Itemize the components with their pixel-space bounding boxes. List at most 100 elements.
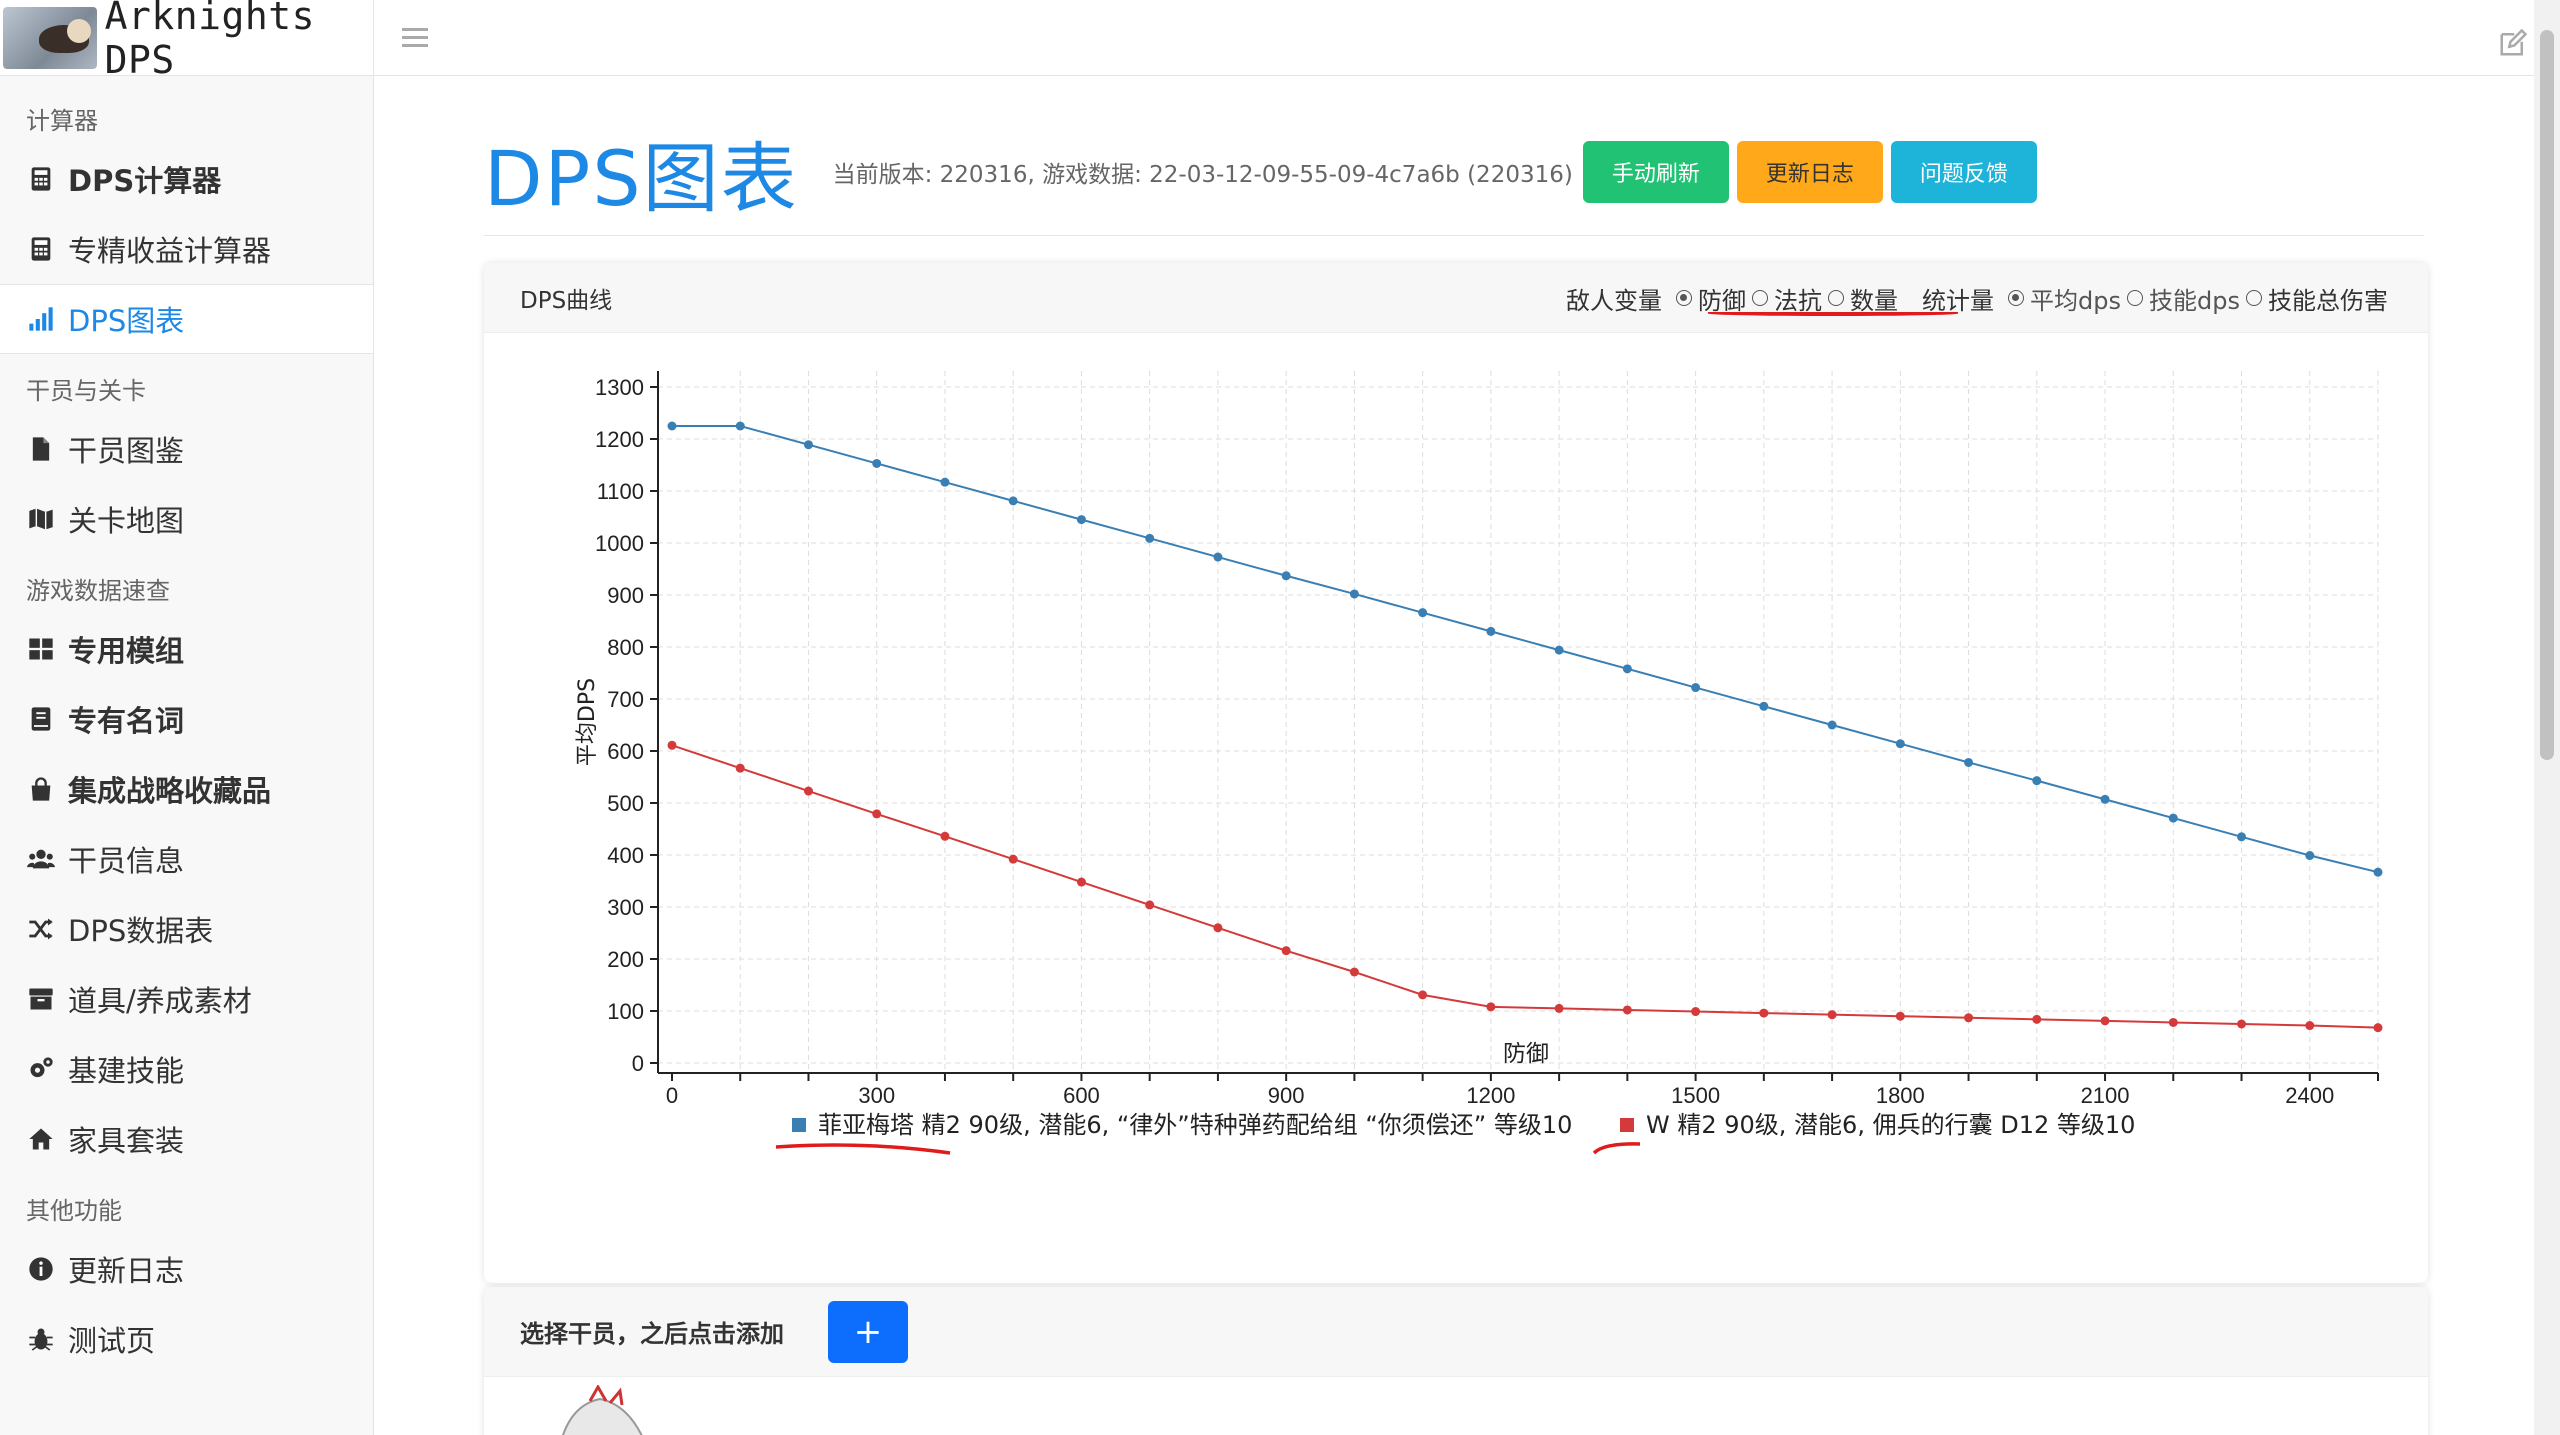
add-operator-button[interactable]: + (828, 1300, 908, 1363)
y-tick-label: 900 (607, 583, 644, 608)
sidebar-item-label: 集成战略收藏品 (68, 774, 272, 808)
dps-line-chart: 0 100 200 300 400 500 600 700 800 900 1000 1100 1200… (575, 371, 2383, 1155)
sidebar-item[interactable]: 测试页 (0, 1304, 373, 1374)
data-point (1008, 854, 1018, 864)
brand-logo (3, 6, 97, 69)
data-point (940, 477, 950, 487)
data-point (2168, 1017, 2178, 1027)
nav-section-label: 计算器 (26, 107, 98, 135)
data-point (1281, 571, 1291, 581)
sidebar-item[interactable]: DPS数据表 (0, 894, 373, 964)
sidebar-item[interactable]: 更新日志 (0, 1234, 373, 1304)
legend-swatch (792, 1118, 806, 1132)
sidebar-item[interactable]: 专有名词 (0, 684, 373, 754)
data-point (1076, 877, 1086, 887)
y-tick-label: 700 (607, 687, 644, 712)
sidebar-item[interactable]: 道具/养成素材 (0, 964, 373, 1034)
data-point (2237, 1019, 2247, 1029)
data-point (2305, 851, 2315, 861)
calculator-icon (26, 164, 56, 194)
sidebar-item-label: 基建技能 (68, 1054, 185, 1088)
sidebar: Arknights DPS 计算器 DPS计算器专精收益计算器 DPS图表干员与关卡… (0, 0, 374, 1435)
app-title: Arknights DPS (104, 0, 316, 82)
y-tick-label: 300 (607, 895, 644, 920)
x-tick-label: 0 (666, 1083, 678, 1108)
sidebar-item[interactable]: 家具套装 (0, 1104, 373, 1174)
sidebar-item[interactable]: 基建技能 (0, 1034, 373, 1104)
operator-avatar[interactable] (550, 1385, 660, 1435)
radio-dot[interactable] (2127, 290, 2144, 306)
dps-chart-card: DPS曲线 敌人变量 防御 法抗 数量 统计量 平均dps 技能dps 技能总伤害 01… (484, 263, 2428, 1283)
calculator-icon (26, 234, 56, 264)
sidebar-item-label: 专有名词 (68, 704, 185, 738)
x-tick-label: 1500 (1671, 1083, 1720, 1108)
radio-dot[interactable] (1828, 290, 1845, 306)
data-point (2373, 867, 2383, 877)
sidebar-item-label: DPS图表 (68, 304, 185, 338)
data-point (2032, 1014, 2042, 1024)
radio-option[interactable]: 技能总伤害 (2246, 281, 2388, 316)
radio-dot[interactable] (1752, 290, 1769, 306)
divider (484, 235, 2424, 236)
sidebar-item[interactable]: 专精收益计算器 (0, 214, 373, 284)
data-point (1281, 946, 1291, 956)
main-content: DPS图表 当前版本: 220316, 游戏数据: 22-03-12-09-55… (374, 77, 2534, 1435)
changelog-button[interactable]: 更新日志 (1736, 141, 1883, 203)
sidebar-item[interactable]: 干员信息 (0, 824, 373, 894)
data-point (1827, 720, 1837, 730)
radio-dot[interactable] (2246, 290, 2262, 306)
scroll-thumb[interactable] (2540, 30, 2554, 760)
radio-label: 平均dps (2030, 286, 2122, 315)
radio-dot[interactable] (2008, 290, 2025, 306)
data-point (1759, 701, 1769, 711)
x-tick-label: 2100 (2081, 1083, 2130, 1108)
data-point (872, 809, 882, 819)
bug-icon (26, 1324, 56, 1354)
data-point (1964, 1013, 1974, 1023)
sidebar-item[interactable]: 干员图鉴 (0, 414, 373, 484)
x-tick-label: 1200 (1466, 1083, 1515, 1108)
x-tick-label: 1800 (1876, 1083, 1925, 1108)
sidebar-item[interactable]: DPS图表 (0, 284, 373, 354)
sidebar-item-label: 专用模组 (68, 634, 185, 668)
x-tick-label: 300 (858, 1083, 895, 1108)
bar-signal-icon (26, 304, 56, 334)
data-point (2100, 794, 2110, 804)
sidebar-item[interactable]: 关卡地图 (0, 484, 373, 554)
feedback-button[interactable]: 问题反馈 (1890, 141, 2037, 203)
refresh-button[interactable]: 手动刷新 (1582, 141, 1729, 203)
page-header: DPS图表 当前版本: 220316, 游戏数据: 22-03-12-09-55… (484, 117, 2037, 227)
data-point (2168, 813, 2178, 823)
data-point (940, 831, 950, 841)
radio-option[interactable]: 技能dps (2127, 281, 2240, 316)
sidebar-item-label: 专精收益计算器 (68, 234, 272, 268)
shuffle-icon (26, 914, 56, 944)
legend-label: W 精2 90级, 潜能6, 佣兵的行囊 D12 等级10 (1646, 1111, 2135, 1139)
edit-icon[interactable] (2498, 28, 2528, 58)
sidebar-item[interactable]: 专用模组 (0, 614, 373, 684)
y-tick-label: 1300 (595, 375, 644, 400)
x-tick-label: 2400 (2285, 1083, 2334, 1108)
sidebar-item-label: 更新日志 (68, 1254, 185, 1288)
radio-label: 技能总伤害 (2268, 286, 2388, 315)
data-point (1486, 1002, 1496, 1012)
data-point (1827, 1010, 1837, 1020)
gears-icon (26, 1054, 56, 1084)
radio-dot[interactable] (1676, 290, 1693, 306)
sidebar-item-label: 干员信息 (68, 844, 185, 878)
grid-icon (26, 634, 56, 664)
data-point (2373, 1023, 2383, 1033)
legend-label: 菲亚梅塔 精2 90级, 潜能6, “律外”特种弹药配给组 “你须偿还” 等级1… (818, 1111, 1572, 1139)
y-tick-label: 100 (607, 999, 644, 1024)
brand[interactable]: Arknights DPS (0, 0, 373, 82)
sidebar-item[interactable]: DPS计算器 (0, 144, 373, 214)
series-line (671, 744, 2379, 1029)
menu-toggle-icon[interactable] (402, 28, 428, 48)
sidebar-item[interactable]: 集成战略收藏品 (0, 754, 373, 824)
radio-option[interactable]: 平均dps (2008, 281, 2121, 316)
annotation-underline (1708, 311, 1958, 316)
nav-section-label: 其他功能 (26, 1197, 122, 1225)
radio-label: 技能dps (2149, 286, 2240, 315)
nav-section-label: 干员与关卡 (26, 377, 146, 405)
page-scrollbar[interactable] (2534, 0, 2560, 1435)
